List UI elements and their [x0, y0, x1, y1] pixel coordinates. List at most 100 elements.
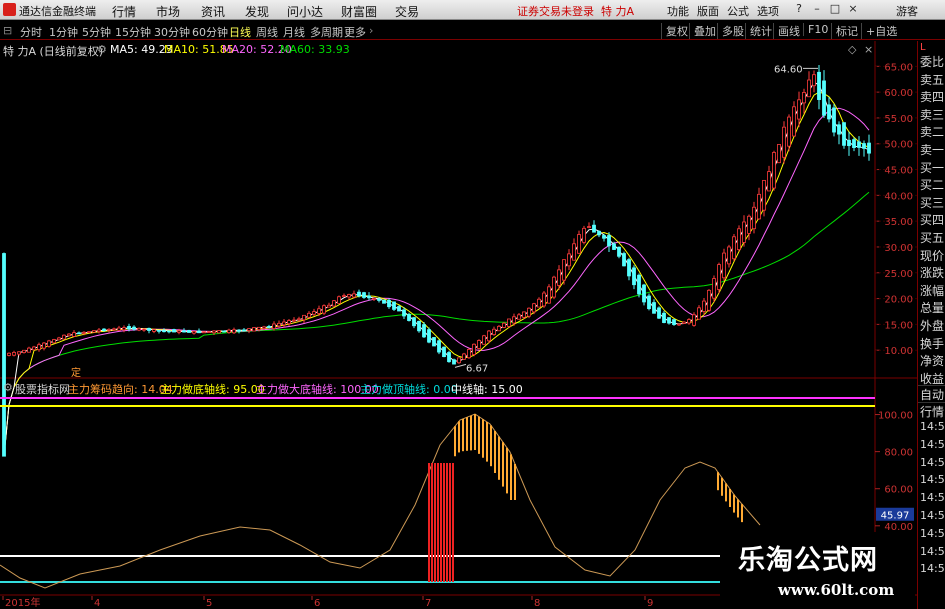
candle-body: [12, 351, 16, 356]
tick-time: 14:5: [920, 491, 945, 505]
candle-body: [402, 309, 406, 317]
candle-body: [667, 317, 671, 324]
candle-body: [512, 316, 516, 324]
candle-body: [27, 347, 31, 353]
candle-body: [442, 346, 446, 358]
candle-body: [617, 246, 621, 257]
price-tick-label: 30.00: [884, 243, 913, 254]
quote-field-label: 买一: [920, 160, 945, 175]
candle-body: [197, 330, 201, 334]
price-tick-label: 20.00: [884, 295, 913, 306]
candle-body: [507, 318, 511, 327]
candle-body: [612, 243, 616, 250]
candle-body: [787, 116, 791, 147]
candle-body: [182, 330, 186, 333]
candle-body: [157, 329, 161, 332]
time-tick-label: 7: [425, 598, 431, 609]
candle-body: [177, 330, 181, 333]
kline-chart[interactable]: 64.60 6.67 定 65.00 60.00 55.00 50.00 45.00 40.0…: [0, 0, 945, 609]
current-value-label: 45.97: [881, 511, 910, 522]
candle-body: [252, 327, 256, 332]
candle-body: [732, 236, 736, 260]
candle-body: [112, 328, 116, 331]
high-price-label: 64.60: [774, 64, 803, 75]
candle-body: [142, 328, 146, 331]
tick-time: 14:5: [920, 544, 945, 558]
indicator-curve: [0, 413, 761, 589]
candle-body: [272, 323, 276, 329]
price-tick-label: 60.00: [884, 88, 913, 99]
candle-body: [117, 327, 121, 331]
candle-body: [532, 303, 536, 313]
candle-body: [427, 329, 431, 343]
candle-body: [812, 74, 816, 87]
candle-body: [572, 243, 576, 261]
candle-body: [742, 221, 746, 243]
candle-body: [682, 321, 686, 324]
candle-body: [267, 326, 271, 328]
candle-body: [792, 106, 796, 137]
price-tick-label: 50.00: [884, 140, 913, 151]
candle-body: [52, 339, 56, 344]
indicator-f5: 中线轴: 15.00: [451, 383, 523, 396]
candle-body: [57, 337, 61, 341]
candle-body: [327, 304, 331, 308]
candle-body: [577, 234, 581, 254]
candle-body: [237, 329, 241, 332]
quote-field-label: 买五: [920, 231, 945, 245]
candle-body: [802, 92, 806, 104]
indicator-f1: 主力筹码趋向: 14.04: [68, 383, 173, 396]
candle-body: [772, 152, 776, 189]
quote-field-label: 现价: [920, 248, 945, 263]
candle-body: [762, 179, 766, 211]
tab-hangqing[interactable]: 行情: [918, 402, 945, 419]
candle-body: [307, 312, 311, 318]
candle-body: [867, 142, 871, 154]
candle-body: [697, 307, 701, 320]
candle-body: [292, 319, 296, 322]
candle-body: [322, 305, 326, 314]
candle-body: [492, 328, 496, 335]
tab-zidong[interactable]: 自动: [918, 385, 945, 402]
candle-body: [387, 299, 391, 308]
candle-body: [147, 327, 151, 331]
quote-field-label: 换手: [920, 336, 945, 351]
candle-body: [447, 352, 451, 363]
candle-body: [227, 329, 231, 333]
tick-time: 14:5: [920, 526, 945, 540]
candle-body: [372, 297, 376, 300]
indicator-settings-icon[interactable]: ⚙: [3, 381, 13, 394]
candle-body: [192, 330, 196, 334]
candle-body: [647, 295, 651, 310]
candle-body: [607, 235, 611, 247]
ind-tick-label: 80.00: [884, 448, 913, 459]
candle-body: [517, 314, 521, 320]
candle-body: [462, 353, 466, 360]
candle-body: [22, 349, 26, 353]
tick-time: 14:5: [920, 455, 945, 469]
candle-body: [832, 107, 836, 133]
candle-body: [257, 326, 261, 331]
candle-body: [797, 99, 801, 120]
candle-body: [282, 321, 286, 326]
price-tick-label: 55.00: [884, 114, 913, 125]
candle-body: [562, 259, 566, 281]
candle-body: [312, 311, 316, 315]
ma10-line: [3, 91, 870, 457]
candle-body: [542, 292, 546, 307]
price-tick-label: 65.00: [884, 62, 913, 73]
time-tick-label: 2015年: [5, 596, 40, 609]
candle-body: [277, 322, 281, 327]
candle-body: [367, 295, 371, 299]
quote-field-label: 买四: [920, 213, 945, 228]
candle-body: [537, 298, 541, 308]
candle-body: [262, 326, 266, 329]
candle-body: [852, 139, 856, 148]
quote-field-label: 买二: [920, 178, 945, 193]
candle-body: [472, 343, 476, 355]
candle-body: [622, 253, 626, 267]
candle-body: [837, 124, 841, 135]
candle-body: [482, 335, 486, 345]
price-tick-label: 25.00: [884, 269, 913, 280]
time-tick-label: 6: [314, 598, 320, 609]
